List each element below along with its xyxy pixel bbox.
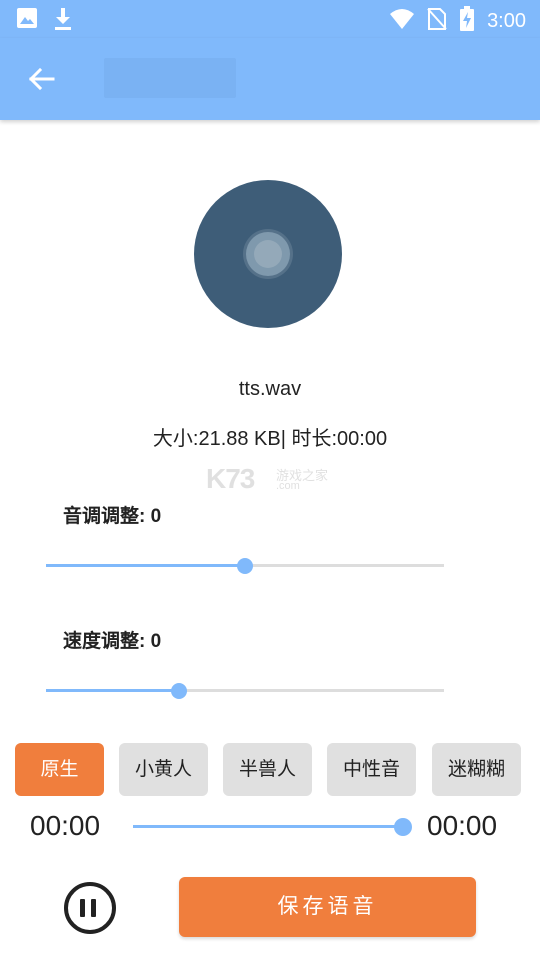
voice-button-orc[interactable]: 半兽人 (223, 743, 312, 796)
download-icon (52, 7, 74, 36)
watermark-main: K73 (206, 463, 255, 494)
save-voice-button[interactable]: 保存语音 (179, 877, 476, 937)
progress-fill (133, 825, 403, 828)
slider-fill (46, 689, 180, 692)
speed-label: 速度调整: 0 (63, 631, 162, 652)
pause-button[interactable] (64, 882, 116, 934)
voice-button-minion[interactable]: 小黄人 (119, 743, 208, 796)
image-icon (16, 7, 38, 36)
album-disc (194, 180, 342, 328)
speed-slider[interactable] (46, 681, 444, 701)
disc-hub (254, 240, 282, 268)
file-name: tts.wav (238, 378, 302, 400)
total-time: 00:00 (427, 810, 498, 841)
voice-effect-row: 原生 小黄人 半兽人 中性音 迷糊糊 (15, 743, 521, 796)
voice-button-dizzy[interactable]: 迷糊糊 (432, 743, 521, 796)
arrow-left-icon (28, 67, 55, 91)
progress-thumb[interactable] (394, 818, 412, 836)
playback-progress[interactable] (133, 817, 412, 837)
battery-charging-icon (459, 6, 475, 37)
wifi-icon (389, 8, 415, 35)
disc-center (246, 232, 290, 276)
current-time: 00:00 (30, 810, 101, 841)
page-title (104, 58, 236, 98)
pitch-label: 音调调整: 0 (63, 506, 162, 527)
slider-fill (46, 564, 245, 567)
status-time: 3:00 (487, 10, 526, 32)
status-bar: 3:00 (0, 0, 540, 38)
back-button[interactable] (22, 62, 62, 96)
no-sim-icon (427, 7, 447, 36)
watermark-domain: .com (276, 480, 300, 492)
slider-thumb[interactable] (237, 558, 253, 574)
voice-button-original[interactable]: 原生 (15, 743, 104, 796)
watermark: K73 游戏之家 .com (206, 463, 336, 497)
app-bar (0, 38, 540, 120)
slider-thumb[interactable] (171, 683, 188, 699)
file-info: 大小:21.88 KB| 时长:00:00 (152, 428, 388, 450)
pitch-slider[interactable] (46, 556, 444, 576)
voice-button-neutral[interactable]: 中性音 (327, 743, 416, 796)
